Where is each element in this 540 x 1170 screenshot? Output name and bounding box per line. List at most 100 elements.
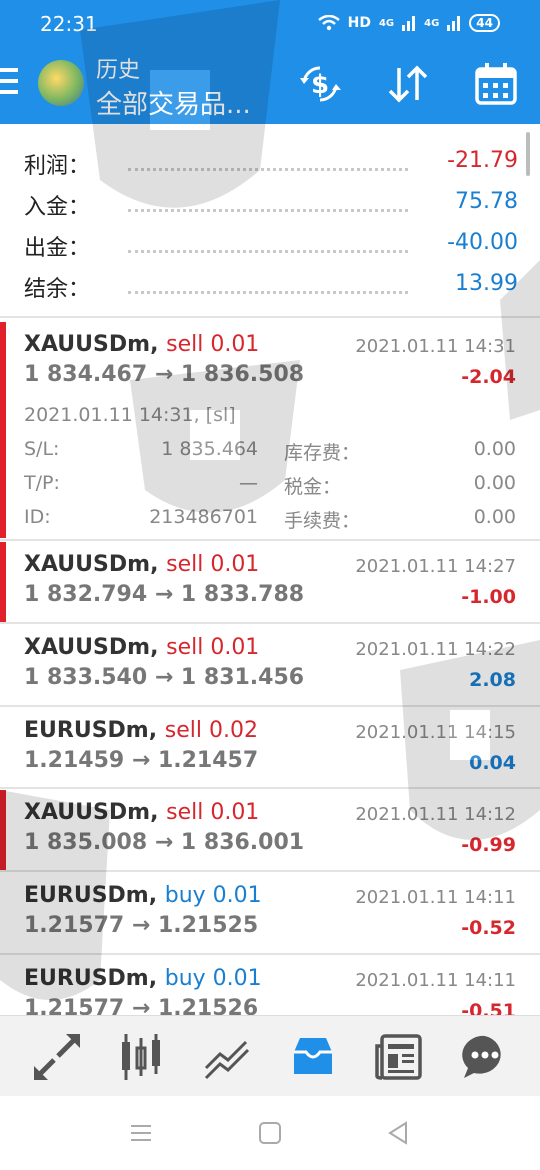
- recents-icon[interactable]: [128, 1120, 154, 1146]
- close-time: 2021.01.11 14:31, [sl]: [24, 404, 236, 426]
- bottom-navigation: [0, 1015, 540, 1096]
- trade-prices: 1.21577 → 1.21526: [24, 996, 259, 1015]
- trade-symbol: XAUUSDm, sell 0.01: [24, 552, 260, 577]
- system-navigation-bar: [0, 1096, 540, 1170]
- trade-datetime: 2021.01.11 14:11: [355, 970, 516, 991]
- trade-row[interactable]: XAUUSDm, sell 0.01 1 832.794 → 1 833.788…: [0, 542, 540, 622]
- trade-side: sell 0.01: [166, 800, 260, 825]
- status-icons: HD 4G 4G 44: [317, 14, 500, 32]
- clock: 22:31: [40, 12, 98, 36]
- trade-pnl: 2.08: [469, 669, 516, 691]
- menu-icon[interactable]: [0, 68, 18, 94]
- loss-marker: [0, 790, 6, 870]
- summary-row-deposit: 入金： 75.78: [24, 183, 518, 223]
- sl-value: 1 835.464: [161, 438, 258, 460]
- quotes-icon[interactable]: [32, 1032, 82, 1082]
- trade-prices: 1 833.540 → 1 831.456: [24, 665, 305, 690]
- trade-side: sell 0.01: [166, 332, 260, 357]
- trade-datetime: 2021.01.11 14:11: [355, 887, 516, 908]
- tax-value: 0.00: [473, 472, 516, 494]
- summary-label: 入金：: [24, 195, 91, 220]
- symbol-filter[interactable]: 全部交易品...: [96, 84, 251, 121]
- fee-label: 手续费：: [284, 510, 361, 532]
- chart-icon[interactable]: [116, 1032, 166, 1082]
- wifi-icon: [317, 15, 340, 31]
- trade-side: buy 0.01: [164, 883, 262, 908]
- battery-icon: 44: [469, 14, 500, 32]
- divider: [0, 622, 540, 624]
- trade-row[interactable]: XAUUSDm, sell 0.01 1 833.540 → 1 831.456…: [0, 625, 540, 705]
- id-value: 213486701: [149, 506, 258, 528]
- trade-symbol: XAUUSDm, sell 0.01: [24, 635, 260, 660]
- status-bar: 22:31 HD 4G 4G 44: [0, 0, 540, 44]
- tp-label: T/P:: [24, 472, 60, 494]
- page-title: 历史: [96, 58, 141, 83]
- trade-row[interactable]: XAUUSDm, sell 0.01 1 835.008 → 1 836.001…: [0, 790, 540, 870]
- trade-prices: 1 835.008 → 1 836.001: [24, 830, 305, 855]
- divider: [0, 953, 540, 955]
- fee-value: 0.00: [473, 506, 516, 528]
- history-icon[interactable]: [288, 1032, 338, 1082]
- trade-datetime: 2021.01.11 14:27: [355, 556, 516, 577]
- dotted-leader: [128, 209, 408, 212]
- trade-datetime: 2021.01.11 14:31: [355, 336, 516, 357]
- divider: [0, 316, 540, 318]
- trade-row[interactable]: EURUSDm, sell 0.02 1.21459 → 1.21457 202…: [0, 708, 540, 788]
- trade-datetime: 2021.01.11 14:15: [355, 722, 516, 743]
- trade-pnl: 0.04: [469, 752, 516, 774]
- trade-pnl: -2.04: [461, 366, 516, 388]
- trade-symbol: EURUSDm, sell 0.02: [24, 718, 258, 743]
- swap-value: 0.00: [473, 438, 516, 460]
- divider: [0, 787, 540, 789]
- divider: [0, 705, 540, 707]
- sl-label: S/L:: [24, 438, 60, 460]
- trade-prices: 1.21459 → 1.21457: [24, 748, 259, 773]
- trade-pnl: -0.52: [461, 917, 516, 939]
- summary-label: 结余：: [24, 277, 91, 302]
- trade-row[interactable]: XAUUSDm, sell 0.01 1 834.467 → 1 836.508…: [0, 322, 540, 538]
- trade-symbol: EURUSDm, buy 0.01: [24, 966, 262, 991]
- dotted-leader: [128, 250, 408, 253]
- account-summary: 利润： -21.79 入金： 75.78 出金： -40.00 结余： 13.9…: [0, 124, 540, 314]
- trade-prices: 1 832.794 → 1 833.788: [24, 582, 305, 607]
- scrollbar[interactable]: [526, 132, 530, 176]
- network-label-2: 4G: [424, 17, 440, 29]
- summary-row-withdrawal: 出金： -40.00: [24, 224, 518, 264]
- currency-exchange-icon[interactable]: $: [298, 62, 342, 106]
- summary-row-profit: 利润： -21.79: [24, 142, 518, 182]
- trade-icon[interactable]: [202, 1032, 252, 1082]
- summary-value: -21.79: [447, 148, 518, 173]
- chat-icon[interactable]: [460, 1032, 510, 1082]
- hd-label: HD: [347, 15, 371, 31]
- summary-value: 75.78: [455, 189, 518, 214]
- tp-value: —: [239, 472, 258, 494]
- network-label-1: 4G: [378, 17, 395, 29]
- trade-pnl: -0.51: [461, 1000, 516, 1015]
- app-logo-icon[interactable]: [38, 60, 84, 106]
- back-icon[interactable]: [386, 1120, 412, 1146]
- trade-datetime: 2021.01.11 14:22: [355, 639, 516, 660]
- signal-icon-2: [447, 16, 461, 31]
- divider: [0, 870, 540, 872]
- trade-prices: 1.21577 → 1.21525: [24, 913, 259, 938]
- trade-prices: 1 834.467 → 1 836.508: [24, 362, 305, 387]
- divider: [0, 539, 540, 541]
- trade-side: sell 0.01: [166, 635, 260, 660]
- trade-symbol: EURUSDm, buy 0.01: [24, 883, 262, 908]
- dotted-leader: [128, 291, 408, 294]
- trade-side: sell 0.02: [164, 718, 258, 743]
- trade-row[interactable]: EURUSDm, buy 0.01 1.21577 → 1.21525 2021…: [0, 873, 540, 953]
- trade-row[interactable]: EURUSDm, buy 0.01 1.21577 → 1.21526 2021…: [0, 956, 540, 1015]
- loss-marker: [0, 322, 6, 538]
- sort-icon[interactable]: [386, 62, 430, 106]
- signal-icon-1: [402, 16, 416, 31]
- summary-label: 出金：: [24, 236, 91, 261]
- calendar-icon[interactable]: [474, 62, 518, 106]
- trade-pnl: -1.00: [461, 586, 516, 608]
- home-icon[interactable]: [257, 1120, 283, 1146]
- summary-row-balance: 结余： 13.99: [24, 265, 518, 305]
- app-bar: 历史 全部交易品... $: [0, 44, 540, 124]
- news-icon[interactable]: [374, 1032, 424, 1082]
- trade-symbol: XAUUSDm, sell 0.01: [24, 332, 260, 357]
- trade-side: buy 0.01: [164, 966, 262, 991]
